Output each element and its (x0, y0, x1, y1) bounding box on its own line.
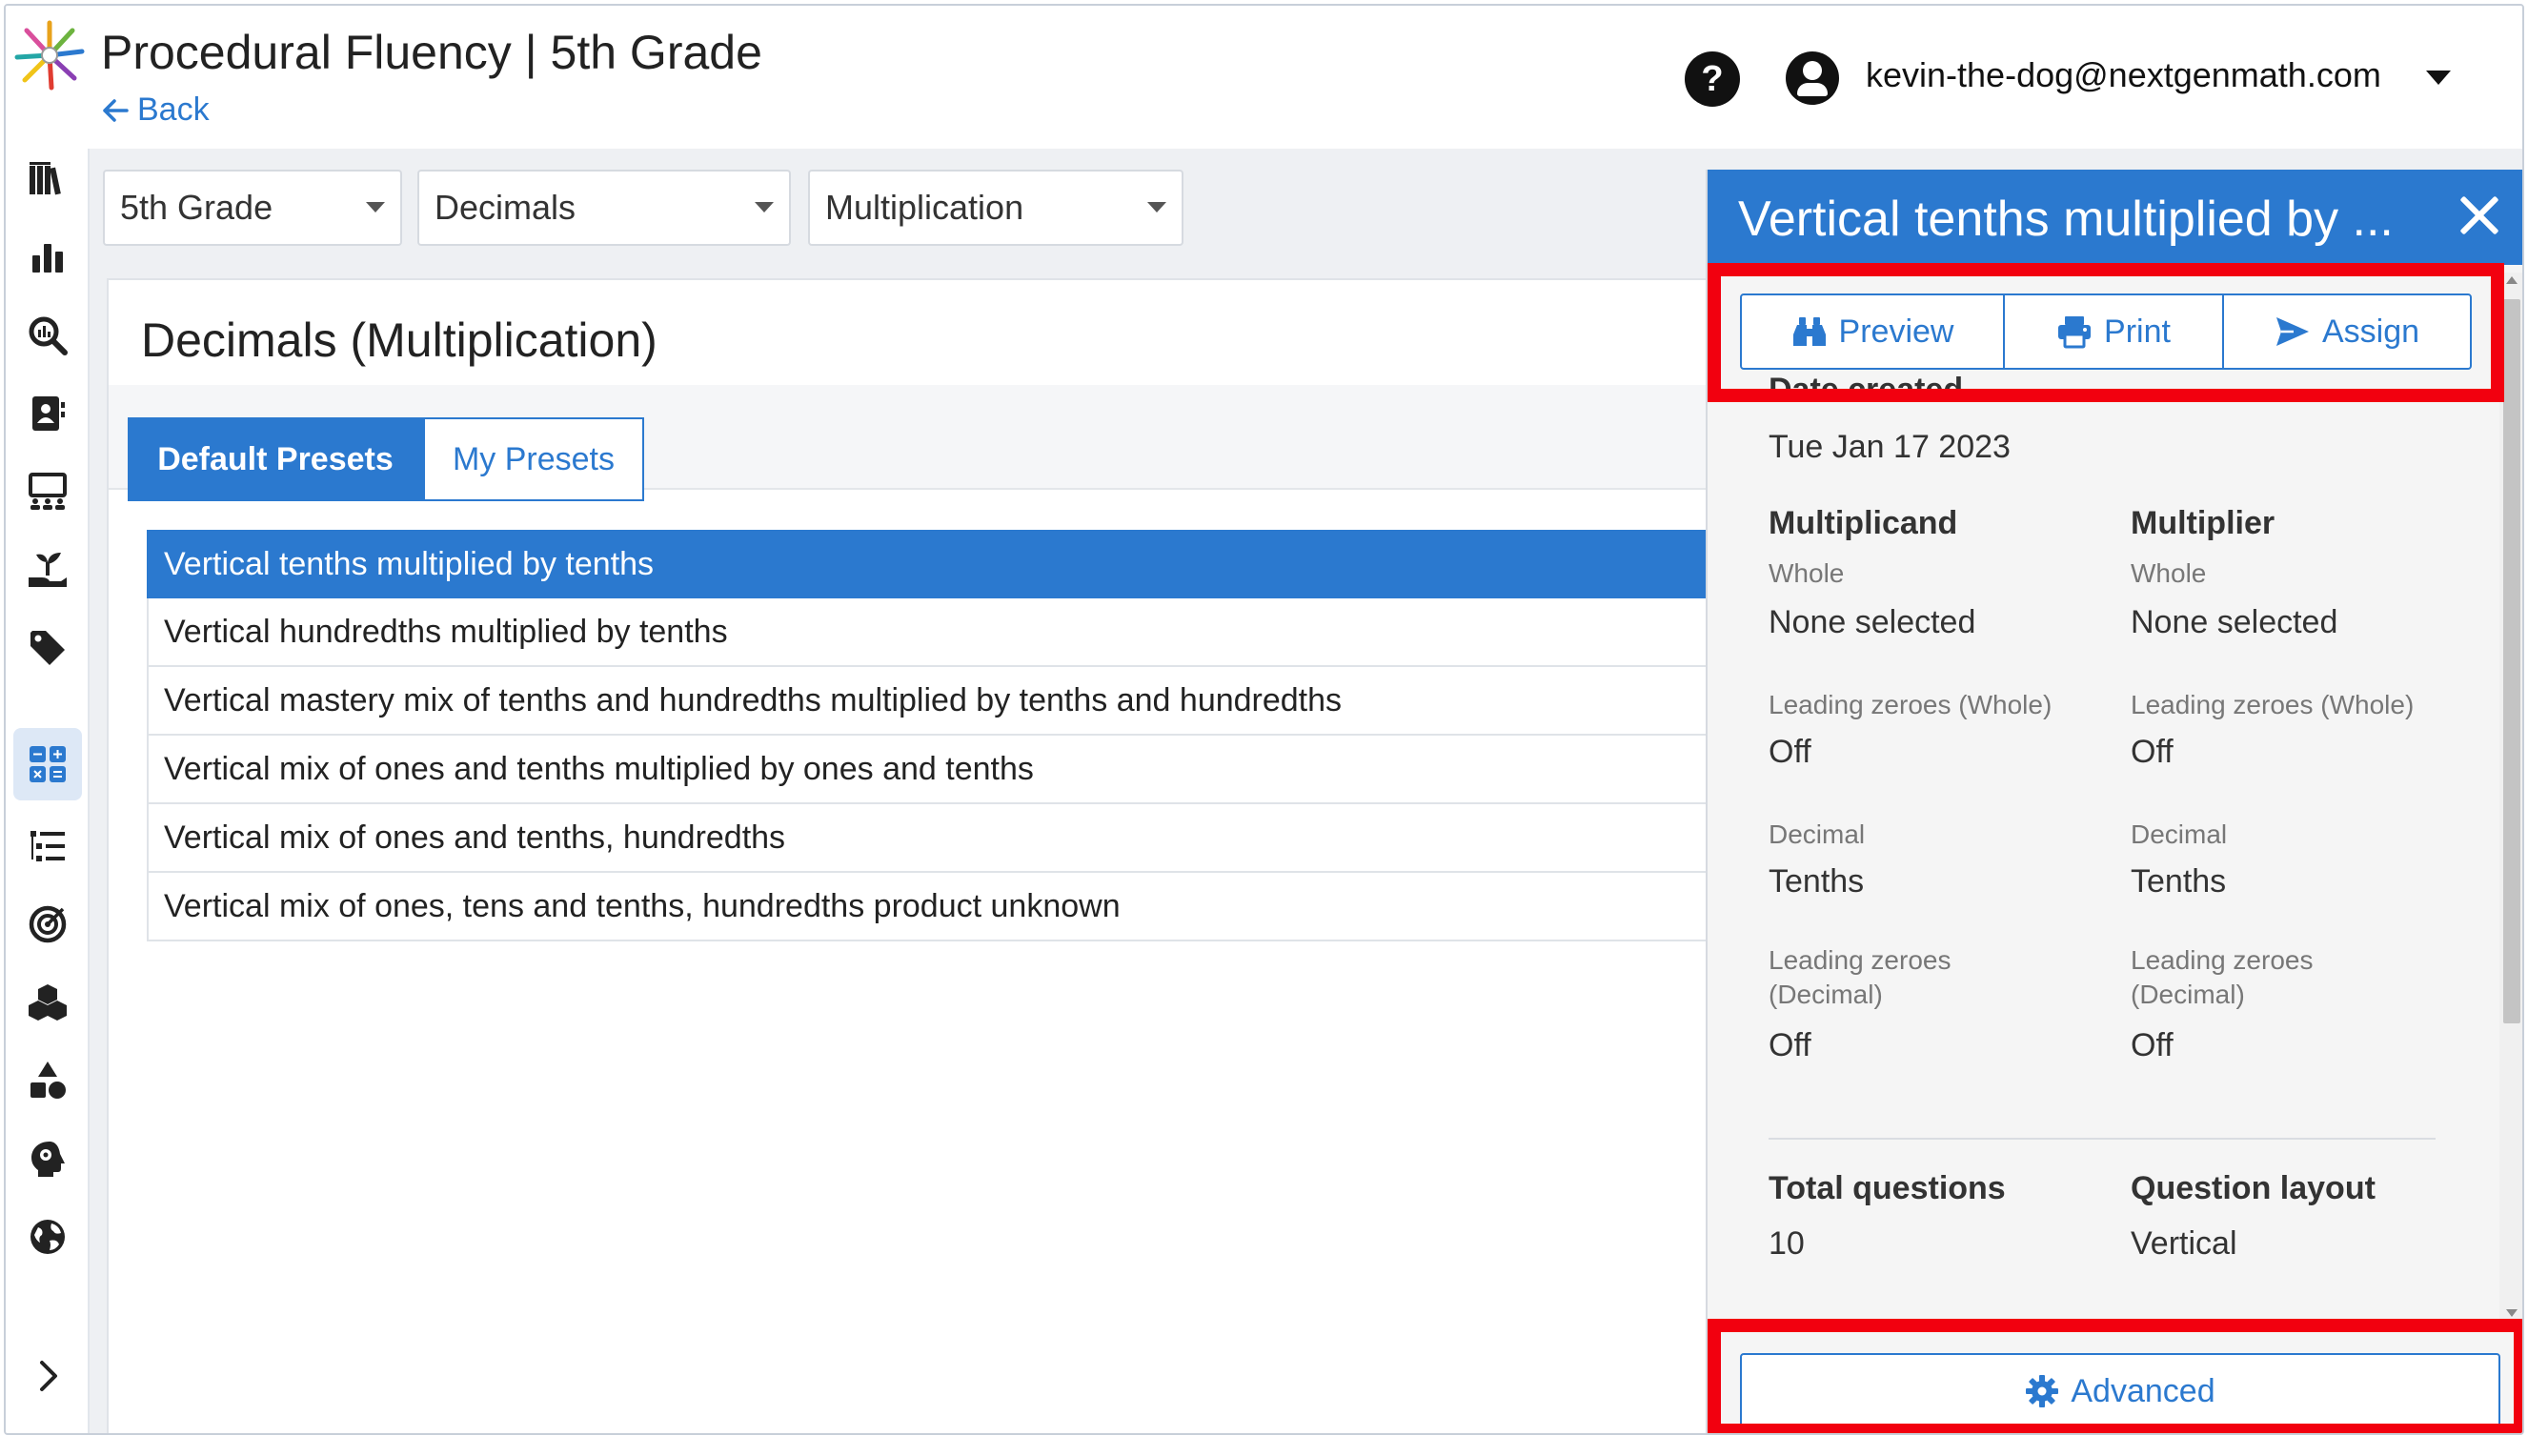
globe-icon[interactable] (25, 1214, 71, 1260)
binoculars-icon (1792, 317, 1826, 346)
caret-down-icon[interactable] (2426, 71, 2451, 85)
list-item[interactable]: Vertical tenths multiplied by tenths (147, 530, 1824, 598)
operation-select[interactable]: Multiplication (808, 170, 1183, 246)
app-window: Procedural Fluency | 5th Grade Back ? ke… (4, 4, 2524, 1435)
list-item[interactable]: Vertical hundredths multiplied by tenths (147, 598, 1824, 667)
list-item[interactable]: Vertical mix of ones, tens and tenths, h… (147, 873, 1824, 941)
multiplicand-lz-whole-label: Leading zeroes (Whole) (1769, 690, 2053, 719)
target-icon[interactable] (25, 901, 71, 947)
preset-list: Vertical tenths multiplied by tenths Ver… (147, 530, 1824, 941)
action-button-group: Preview Print Assign (1740, 293, 2472, 370)
question-layout-value: Vertical (2131, 1225, 2237, 1262)
total-questions-value: 10 (1769, 1225, 1805, 1262)
caret-down-icon (366, 202, 385, 212)
topic-select[interactable]: Decimals (417, 170, 791, 246)
top-header: Procedural Fluency | 5th Grade Back ? ke… (6, 6, 2522, 149)
shapes-icon[interactable] (25, 1058, 71, 1103)
date-created-label: Date created (1769, 372, 1964, 408)
multiplicand-lz-decimal-value: Off (1769, 1027, 1811, 1063)
printer-icon (2058, 316, 2092, 349)
question-layout-label: Question layout (2131, 1170, 2376, 1206)
panel-title: Vertical tenths multiplied by ... (1738, 192, 2394, 247)
list-item[interactable]: Vertical mastery mix of tenths and hundr… (147, 667, 1824, 736)
multiplier-lz-whole-value: Off (2131, 734, 2174, 770)
calculator-grid-icon[interactable] (13, 728, 82, 800)
panel-header: Vertical tenths multiplied by ... (1708, 170, 2522, 265)
assign-button[interactable]: Assign (2222, 295, 2470, 368)
gear-icon (2026, 1375, 2059, 1407)
search-chart-icon[interactable] (25, 313, 71, 358)
multiplicand-lz-decimal-label-2: (Decimal) (1769, 980, 1883, 1009)
print-label: Print (2104, 313, 2171, 350)
panel-details: Date created Tue Jan 17 2023 Multiplican… (1708, 372, 2522, 1334)
back-label: Back (137, 91, 210, 128)
preview-button[interactable]: Preview (1742, 295, 2003, 368)
tag-icon[interactable] (25, 625, 71, 671)
multiplicand-whole-label: Whole (1769, 558, 1845, 588)
caret-down-icon (1147, 202, 1166, 212)
total-questions-label: Total questions (1769, 1170, 2006, 1206)
panel-scrollbar[interactable] (2499, 273, 2522, 1321)
contact-card-icon[interactable] (25, 391, 71, 436)
presets-card: Decimals (Multiplication) Default Preset… (107, 278, 1824, 1433)
scrollbar-thumb[interactable] (2503, 299, 2520, 1023)
preview-label: Preview (1838, 313, 1954, 350)
scroll-down-icon[interactable] (2506, 1309, 2518, 1317)
user-avatar-icon[interactable] (1786, 51, 1839, 105)
print-button[interactable]: Print (2003, 295, 2222, 368)
assign-label: Assign (2321, 313, 2420, 350)
sunburst-logo-icon[interactable] (13, 19, 86, 91)
section-heading: Decimals (Multiplication) (141, 313, 657, 367)
help-label: ? (1701, 58, 1724, 99)
caret-down-icon (755, 202, 774, 212)
operation-select-value: Multiplication (825, 188, 1024, 227)
multiplicand-heading: Multiplicand (1769, 505, 1958, 541)
user-email[interactable]: kevin-the-dog@nextgenmath.com (1866, 55, 2381, 95)
multiplicand-lz-whole-value: Off (1769, 734, 1811, 770)
multiplicand-whole-value: None selected (1769, 604, 1976, 640)
help-icon[interactable]: ? (1685, 51, 1740, 107)
multiplicand-lz-decimal-label: Leading zeroes (1769, 945, 1952, 975)
sidebar (6, 149, 90, 1433)
multiplier-decimal-label: Decimal (2131, 819, 2228, 849)
panel-footer: Advanced (1708, 1323, 2522, 1433)
preset-detail-panel: Vertical tenths multiplied by ... Previe… (1706, 170, 2522, 1433)
grade-select-value: 5th Grade (120, 188, 273, 227)
back-link[interactable]: Back (101, 91, 210, 129)
arrow-left-icon (103, 98, 129, 122)
multiplier-whole-label: Whole (2131, 558, 2207, 588)
page-title: Procedural Fluency | 5th Grade (101, 26, 762, 79)
expand-chevron-icon[interactable] (25, 1353, 71, 1399)
multiplier-lz-decimal-label-2: (Decimal) (2131, 980, 2245, 1009)
multiplier-lz-decimal-label: Leading zeroes (2131, 945, 2314, 975)
multiplier-decimal-value: Tenths (2131, 863, 2227, 900)
list-item[interactable]: Vertical mix of ones and tenths, hundred… (147, 804, 1824, 873)
advanced-button[interactable]: Advanced (1740, 1353, 2500, 1429)
divider (1769, 1138, 2436, 1140)
multiplicand-decimal-label: Decimal (1769, 819, 1866, 849)
classroom-icon[interactable] (25, 469, 71, 515)
preset-tabs: Default Presets My Presets (109, 385, 1820, 501)
plant-growth-icon[interactable] (25, 547, 71, 593)
scroll-up-icon[interactable] (2506, 276, 2518, 284)
library-icon[interactable] (25, 156, 71, 202)
multiplier-whole-value: None selected (2131, 604, 2338, 640)
topic-select-value: Decimals (435, 188, 576, 227)
date-created-value: Tue Jan 17 2023 (1769, 429, 2011, 465)
grade-select[interactable]: 5th Grade (103, 170, 402, 246)
multiplier-lz-whole-label: Leading zeroes (Whole) (2131, 690, 2415, 719)
list-outline-icon[interactable] (25, 823, 71, 869)
cubes-icon[interactable] (25, 980, 71, 1025)
tab-my-presets[interactable]: My Presets (423, 417, 644, 501)
list-item[interactable]: Vertical mix of ones and tenths multipli… (147, 736, 1824, 804)
multiplier-heading: Multiplier (2131, 505, 2275, 541)
tab-default-presets[interactable]: Default Presets (128, 417, 423, 501)
send-arrow-icon (2275, 317, 2309, 346)
advanced-label: Advanced (2071, 1372, 2215, 1409)
multiplicand-decimal-value: Tenths (1769, 863, 1865, 900)
brain-head-icon[interactable] (25, 1136, 71, 1182)
close-icon[interactable] (2452, 189, 2505, 242)
bar-chart-icon[interactable] (25, 234, 71, 280)
multiplier-lz-decimal-value: Off (2131, 1027, 2174, 1063)
